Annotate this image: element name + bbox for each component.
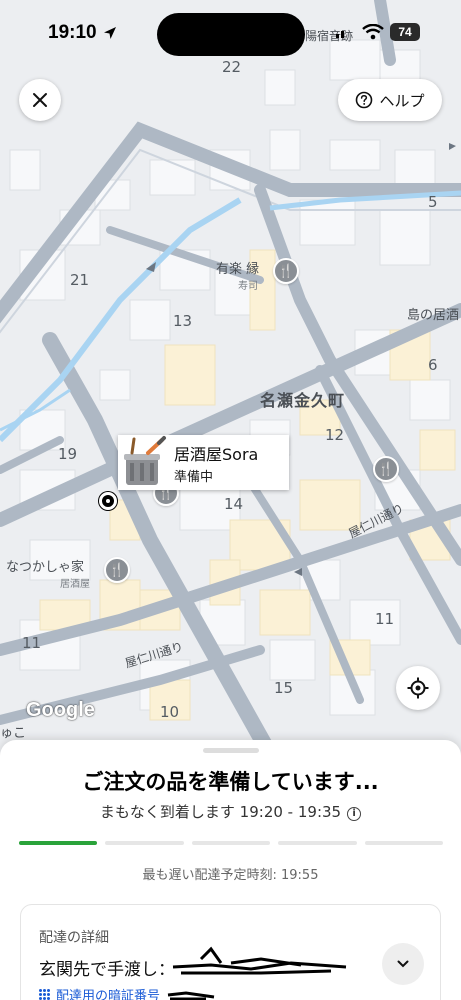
help-button[interactable]: ヘルプ (338, 79, 442, 121)
progress-segment (19, 841, 98, 845)
poi-name: なつかしゃ家 (6, 560, 85, 575)
block-number: 6 (428, 356, 438, 374)
delivery-location-marker (99, 492, 117, 510)
chevron-down-icon (397, 960, 409, 968)
delivery-pin-label: 配達用の暗証番号 (56, 989, 161, 1000)
map-label-right: 島の居酒 (407, 308, 460, 323)
info-icon[interactable]: i (347, 807, 362, 821)
block-number: 19 (58, 445, 78, 463)
dynamic-island (157, 13, 305, 56)
order-progress-bar (19, 841, 444, 845)
keypad-icon (39, 989, 50, 1000)
redaction-scribble (172, 946, 347, 975)
delivery-details-label: 配達の詳細 (39, 930, 109, 946)
location-arrow-icon (104, 27, 116, 39)
poi-category: 居酒屋 (60, 579, 90, 590)
status-time: 19:10 (48, 22, 97, 43)
delivery-pin-row[interactable]: 配達用の暗証番号 (39, 985, 216, 1000)
block-number: 14 (224, 495, 244, 513)
sheet-drag-handle[interactable] (203, 748, 259, 753)
restaurant-status: 準備中 (174, 469, 214, 485)
latest-delivery-time: 最も遅い配達予定時刻: 19:55 (142, 868, 319, 883)
block-number: 11 (22, 634, 42, 652)
redaction-scribble (167, 990, 215, 1000)
battery-icon: 74 (390, 23, 420, 41)
recenter-button[interactable] (396, 666, 440, 710)
map-view[interactable]: 22 21 13 19 14 12 5 6 11 11 15 10 名瀬金久町 … (0, 0, 461, 760)
signal-icon (336, 31, 344, 38)
status-bar: 19:10 74 (0, 0, 461, 60)
block-number: 13 (173, 312, 193, 330)
crosshair-icon (407, 677, 429, 699)
progress-segment (105, 841, 184, 845)
wifi-icon (362, 24, 384, 40)
progress-segment (191, 841, 271, 845)
restaurant-pin-icon[interactable]: 🍴 (273, 258, 299, 284)
expand-details-button[interactable] (382, 943, 424, 985)
map-label-bottom: ゅこ (0, 726, 27, 741)
eta-text: まもなく到着します 19:20 - 19:35 (99, 803, 342, 821)
restaurant-pin-icon[interactable]: 🍴 (104, 557, 130, 583)
order-status-title: ご注文の品を準備しています... (82, 770, 379, 794)
block-number: 21 (70, 271, 90, 289)
close-button[interactable] (19, 79, 61, 121)
google-logo: Google (26, 699, 95, 721)
cooking-pot-icon (118, 435, 174, 490)
block-number: 5 (428, 193, 438, 211)
block-number: 11 (375, 610, 395, 628)
order-status-sheet[interactable]: ご注文の品を準備しています... まもなく到着します 19:20 - 19:35… (0, 740, 461, 1000)
block-number: 10 (160, 703, 180, 721)
help-icon (356, 91, 373, 109)
area-name: 名瀬金久町 (260, 391, 346, 410)
help-label: ヘルプ (379, 91, 425, 110)
poi-name: 有楽 縁 (216, 262, 260, 277)
eta-row: まもなく到着します 19:20 - 19:35 i (0, 801, 461, 822)
close-icon (33, 93, 47, 107)
block-number: 15 (274, 679, 294, 697)
handoff-instruction: 玄関先で手渡し： (39, 960, 175, 980)
restaurant-pin-icon[interactable]: 🍴 (373, 456, 399, 482)
block-number: 22 (222, 58, 242, 76)
block-number: 12 (325, 426, 345, 444)
restaurant-name: 居酒屋Sora (174, 444, 259, 464)
progress-segment (364, 841, 444, 845)
restaurant-callout[interactable]: 居酒屋Sora 準備中 (118, 435, 289, 490)
progress-segment (278, 841, 357, 845)
poi-category: 寿司 (238, 281, 258, 292)
delivery-details-card[interactable]: 配達の詳細 玄関先で手渡し： 配達用の暗証番号 (20, 904, 441, 1000)
